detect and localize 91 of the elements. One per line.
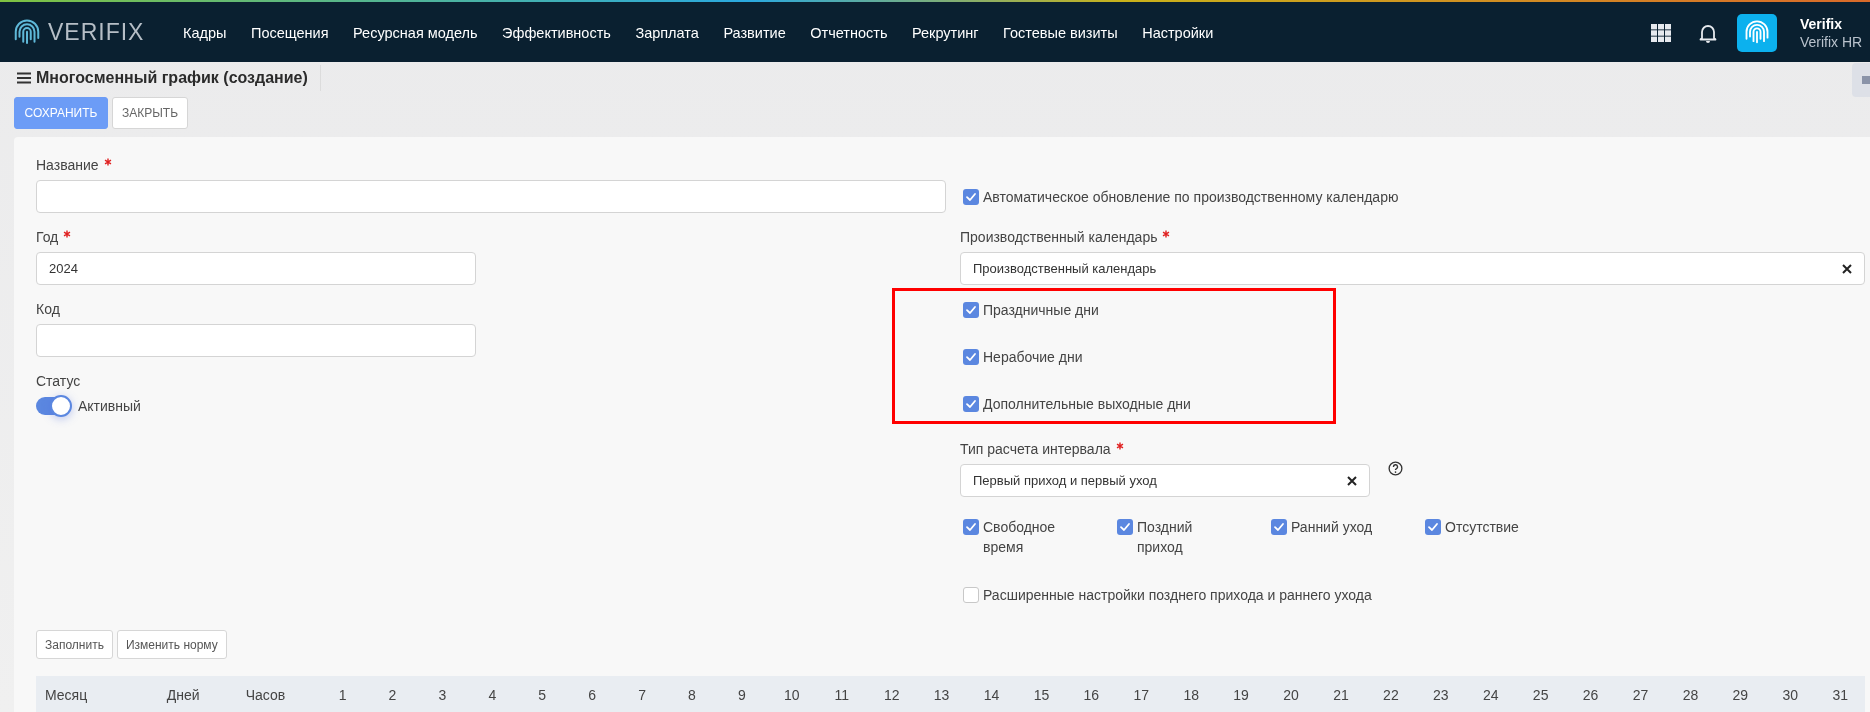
column-header: 16 [1082, 687, 1101, 703]
checkbox[interactable] [963, 519, 979, 535]
column-header: 6 [587, 687, 598, 703]
column-header: 8 [687, 687, 697, 703]
column-header: 1 [337, 687, 348, 703]
nav-item[interactable]: Настройки [1142, 24, 1214, 41]
checkbox-label: Отсутствие [1445, 518, 1519, 537]
checkbox[interactable] [1425, 519, 1441, 535]
column-header: 26 [1581, 687, 1600, 703]
tab-icon [1862, 76, 1870, 84]
nav-item[interactable]: Посещения [250, 24, 329, 41]
avatar[interactable] [1737, 13, 1777, 52]
column-header: 23 [1432, 687, 1450, 703]
checkbox-label: Нерабочие дни [983, 349, 1083, 365]
checkbox[interactable] [1117, 519, 1133, 535]
column-header: 2 [387, 687, 398, 703]
checkbox-label: Ранний уход [1291, 518, 1373, 537]
column-header: 29 [1731, 687, 1750, 703]
help-icon[interactable] [1388, 461, 1403, 476]
column-header: 21 [1332, 687, 1350, 703]
nav-item[interactable]: Гостевые визиты [1003, 24, 1118, 41]
menu-icon[interactable] [17, 72, 31, 84]
column-header: 22 [1382, 687, 1400, 703]
apps-grid-icon[interactable] [1651, 23, 1671, 42]
column-header: 14 [982, 687, 1001, 703]
nav-item[interactable]: Ресурсная модель [353, 24, 478, 41]
column-header: 31 [1831, 687, 1849, 703]
nav-item[interactable]: Эффективность [502, 24, 611, 41]
column-header: 17 [1132, 687, 1151, 703]
clear-icon[interactable] [1347, 475, 1357, 486]
checkbox[interactable] [963, 302, 979, 318]
side-tab[interactable] [1852, 63, 1870, 97]
user-organization: Verifix HR [1800, 33, 1864, 50]
checkbox-label: Свободное время [983, 518, 1057, 557]
field-label: Статус [36, 372, 82, 391]
interval-type-select[interactable]: Первый приход и первый уход [960, 464, 1370, 497]
field-label: Тип расчета интервала [960, 440, 1111, 459]
field-label: Год [36, 228, 59, 247]
column-header: Месяц [44, 687, 89, 703]
checkbox[interactable] [963, 349, 979, 365]
column-header: 27 [1631, 687, 1650, 703]
checkbox-label: Автоматическое обновление по производственному календарю [983, 188, 1399, 205]
column-header: 9 [737, 687, 747, 703]
user-name: Verifix [1800, 15, 1844, 32]
column-header: 4 [487, 687, 498, 703]
field-label: Код [36, 300, 60, 319]
clear-icon[interactable] [1842, 263, 1852, 274]
column-header: 10 [783, 687, 801, 703]
fill-button[interactable]: Заполнить [36, 630, 113, 659]
checkbox[interactable] [963, 188, 979, 205]
column-header: 28 [1681, 687, 1700, 703]
column-header: 30 [1781, 687, 1800, 703]
change-norm-button[interactable]: Изменить норму [116, 630, 227, 659]
column-header: 19 [1232, 687, 1250, 703]
column-header: 18 [1182, 687, 1200, 703]
nav-item[interactable]: Отчетность [810, 24, 888, 41]
column-header: 24 [1481, 687, 1500, 703]
field-label: Название [36, 156, 99, 175]
logo-text: VERIFIX [48, 19, 145, 46]
column-header: Дней [165, 687, 201, 703]
status-toggle[interactable] [36, 397, 70, 415]
checkbox[interactable] [963, 587, 979, 603]
name-field[interactable] [36, 180, 946, 213]
nav-item[interactable]: Развитие [723, 24, 786, 41]
column-header: 7 [637, 687, 647, 703]
nav-item[interactable]: Кадры [183, 24, 227, 41]
code-field[interactable] [36, 324, 476, 357]
column-header: 3 [437, 687, 448, 703]
column-header: 12 [882, 687, 901, 703]
column-header: Часов [244, 687, 287, 703]
column-header: 20 [1282, 687, 1300, 703]
column-header: 15 [1032, 687, 1051, 703]
column-header: 5 [537, 687, 548, 703]
nav-item[interactable]: Рекрутинг [911, 24, 979, 41]
column-header: 11 [833, 687, 850, 703]
checkbox[interactable] [1271, 519, 1287, 535]
checkbox-label: Расширенные настройки позднего прихода и раннего ухода [983, 587, 1372, 603]
column-header: 13 [932, 687, 951, 703]
year-field[interactable]: 2024 [36, 252, 476, 285]
checkbox[interactable] [963, 396, 979, 412]
toggle-label: Активный [78, 398, 141, 414]
bell-icon[interactable] [1699, 22, 1717, 43]
checkbox-label: Праздничные дни [983, 302, 1099, 318]
column-header: 25 [1531, 687, 1550, 703]
calendar-select[interactable]: Производственный календарь [960, 252, 1865, 285]
field-label: Производственный календарь [960, 228, 1158, 247]
nav-item[interactable]: Зарплата [635, 24, 699, 41]
close-button[interactable]: ЗАКРЫТЬ [112, 97, 189, 129]
checkbox-label: Дополнительные выходные дни [983, 396, 1191, 412]
page-title: Многосменный график (создание) [36, 69, 308, 87]
checkbox-label: Поздний приход [1137, 518, 1194, 557]
